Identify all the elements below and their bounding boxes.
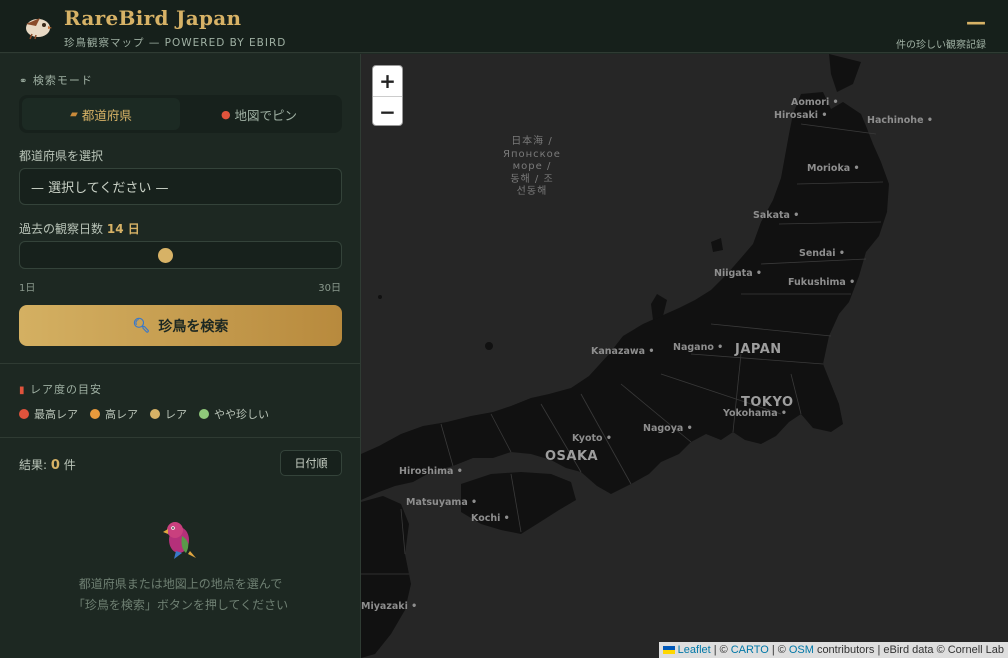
sea-label-line: 日本海 / — [511, 136, 553, 147]
japan-map-basemap — [361, 54, 889, 658]
app-subtitle: 珍鳥観察マップ — POWERED BY EBIRD — [64, 37, 287, 49]
mode-pin-button[interactable]: ● 地図でピン — [180, 98, 338, 130]
leaflet-link[interactable]: Leaflet — [678, 644, 711, 656]
city-label: Yokohama • — [723, 408, 787, 419]
magnifier-icon: 🔍︎ — [132, 317, 151, 334]
legend-label: 高レア — [105, 408, 138, 421]
city-label: Aomori • — [791, 97, 839, 108]
rarity-dot-icon — [19, 409, 29, 419]
sort-button[interactable]: 日付順 — [280, 450, 342, 476]
empty-message-line2: 「珍鳥を検索」ボタンを押してください — [72, 598, 289, 612]
city-label: Kochi • — [471, 513, 510, 524]
ukraine-flag-icon — [662, 646, 675, 654]
briefcase-icon: ▰ — [70, 108, 78, 120]
rarity-dot-icon — [90, 409, 100, 419]
legend-label: やや珍しい — [214, 408, 269, 421]
land-hokkaido — [829, 54, 861, 92]
chart-icon: ▮ — [19, 385, 26, 396]
city-label: Miyazaki • — [361, 601, 418, 612]
prefecture-select[interactable]: — 選択してください — — [19, 168, 342, 205]
pin-icon: ● — [220, 107, 231, 121]
city-label: Sendai • — [799, 248, 845, 259]
city-label: Niigata • — [714, 268, 763, 279]
parrot-icon — [163, 522, 196, 559]
prefecture-label: 都道府県を選択 — [19, 149, 104, 163]
empty-message-line1: 都道府県または地図上の地点を選んで — [78, 577, 283, 591]
divider — [0, 363, 361, 364]
city-label: OSAKA — [545, 449, 599, 464]
search-button[interactable]: 🔍︎ 珍鳥を検索 — [19, 305, 342, 346]
map-view[interactable]: + − 日本海 / Японское море / 동해 / 조 선동해 Aomori … — [361, 54, 1008, 658]
days-slider[interactable] — [19, 241, 342, 269]
mode-prefecture-button[interactable]: ▰ 都道府県 — [22, 98, 180, 130]
days-label: 過去の観察日数 14 日 — [19, 222, 140, 236]
days-value: 14 日 — [106, 222, 140, 236]
sea-label-line: 선동해 — [516, 186, 548, 197]
divider — [0, 437, 361, 438]
legend-item: 高レア — [90, 406, 138, 422]
rarity-legend: 最高レア 高レア レア やや珍しい — [19, 406, 269, 422]
sea-of-japan-label: 日本海 / Японское море / 동해 / 조 선동해 — [503, 136, 561, 199]
bird-logo-icon — [26, 18, 52, 40]
city-label: Nagoya • — [643, 423, 693, 434]
city-label: Kanazawa • — [591, 346, 655, 357]
city-label: Matsuyama • — [406, 497, 478, 508]
days-slider-handle[interactable] — [158, 248, 174, 263]
sea-label-line: море / — [512, 161, 552, 172]
city-label: Kyoto • — [572, 433, 612, 444]
land-sado — [711, 238, 723, 252]
zoom-in-button[interactable]: + — [373, 66, 402, 96]
app-header: RareBird Japan 珍鳥観察マップ — POWERED BY EBIR… — [0, 0, 1008, 53]
record-count-label: 件の珍しい観察記録 — [896, 40, 986, 51]
zoom-control: + − — [372, 65, 403, 126]
land-islet — [485, 342, 493, 350]
land-islet — [378, 295, 382, 299]
city-label: Fukushima • — [788, 277, 856, 288]
legend-item: やや珍しい — [199, 406, 269, 422]
carto-link[interactable]: CARTO — [731, 644, 769, 656]
land-shikoku — [461, 472, 576, 534]
city-label: Nagano • — [673, 342, 724, 353]
rarity-dot-icon — [199, 409, 209, 419]
sea-label-line: 동해 / 조 — [510, 173, 554, 185]
legend-label: 最高レア — [34, 408, 78, 421]
results-summary: 結果: 0 件 — [19, 458, 76, 473]
mode-switch: ▰ 都道府県 ● 地図でピン — [19, 95, 342, 133]
legend-item: 最高レア — [19, 406, 78, 422]
land-honshu — [361, 92, 889, 500]
osm-link[interactable]: OSM — [789, 644, 814, 656]
sea-label-line: Японское — [503, 148, 561, 160]
days-min-label: 1日 — [19, 283, 36, 294]
city-label: Hachinohe • — [867, 115, 933, 126]
city-label: Hiroshima • — [399, 466, 463, 477]
city-label: Sakata • — [753, 210, 800, 221]
land-kyushu — [361, 496, 411, 658]
record-count: — — [966, 10, 986, 34]
search-mode-heading: ⚭ 検索モード — [19, 74, 93, 87]
days-max-label: 30日 — [318, 283, 341, 294]
rarity-dot-icon — [150, 409, 160, 419]
app-title: RareBird Japan — [64, 6, 242, 30]
sidebar: ⚭ 検索モード ▰ 都道府県 ● 地図でピン 都道府県を選択 — 選択してくださ… — [0, 54, 361, 658]
city-label: Morioka • — [807, 163, 860, 174]
legend-heading: ▮ レア度の目安 — [19, 383, 103, 396]
zoom-out-button[interactable]: − — [373, 96, 402, 125]
legend-item: レア — [150, 406, 187, 422]
map-attribution: Leaflet | © CARTO | © OSM contributors |… — [658, 642, 1008, 658]
city-label: Hirosaki • — [774, 110, 828, 121]
results-count: 0 — [50, 458, 60, 473]
binoculars-icon: ⚭ — [19, 76, 29, 87]
legend-label: レア — [165, 408, 187, 421]
city-label: JAPAN — [735, 342, 782, 357]
